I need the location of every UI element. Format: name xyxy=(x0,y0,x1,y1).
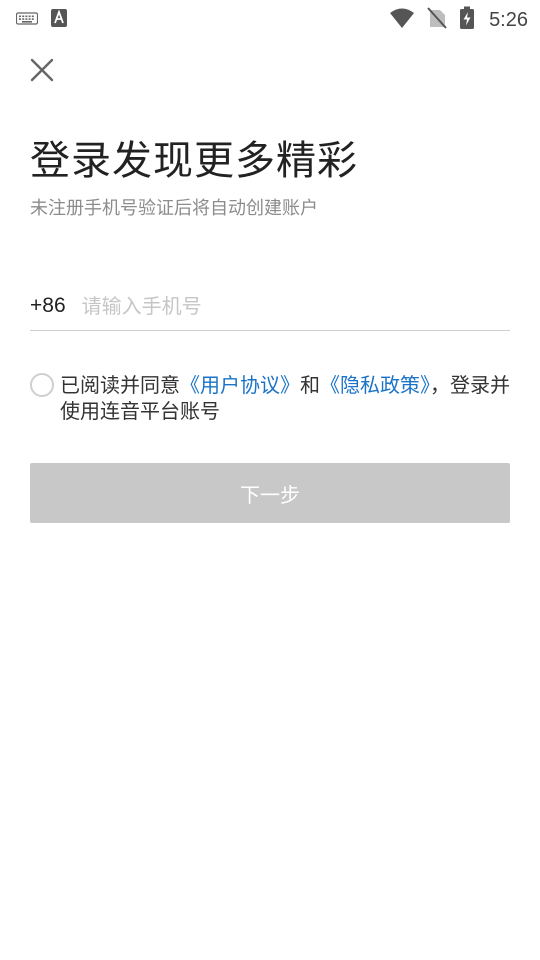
font-a-icon xyxy=(50,8,68,32)
status-left-icons xyxy=(15,8,68,32)
country-code[interactable]: +86 xyxy=(30,294,66,318)
next-button[interactable]: 下一步 xyxy=(30,463,510,523)
agreement-and: 和 xyxy=(300,373,320,397)
page-title: 登录发现更多精彩 xyxy=(30,138,358,184)
battery-charging-icon xyxy=(459,6,475,34)
status-right-icons: 5:26 xyxy=(389,6,528,34)
agreement-prefix: 已阅读并同意 xyxy=(60,373,180,397)
agreement-row: 已阅读并同意《用户协议》和《隐私政策》，登录并使用连音平台账号 xyxy=(30,372,510,424)
agreement-text: 已阅读并同意《用户协议》和《隐私政策》，登录并使用连音平台账号 xyxy=(60,372,510,424)
phone-input[interactable] xyxy=(81,294,462,318)
close-button[interactable] xyxy=(28,56,56,84)
status-bar: 5:26 xyxy=(0,0,540,36)
status-time: 5:26 xyxy=(489,8,528,31)
keyboard-icon xyxy=(15,10,39,30)
agree-checkbox[interactable] xyxy=(30,373,54,397)
user-agreement-link[interactable]: 《用户协议》 xyxy=(180,373,300,397)
privacy-policy-link[interactable]: 《隐私政策》 xyxy=(320,373,430,397)
page-subtitle: 未注册手机号验证后将自动创建账户 xyxy=(30,198,318,219)
wifi-icon xyxy=(389,7,415,33)
no-sim-icon xyxy=(427,7,447,33)
close-icon[interactable] xyxy=(28,58,56,88)
phone-input-row: +86 xyxy=(30,282,510,331)
